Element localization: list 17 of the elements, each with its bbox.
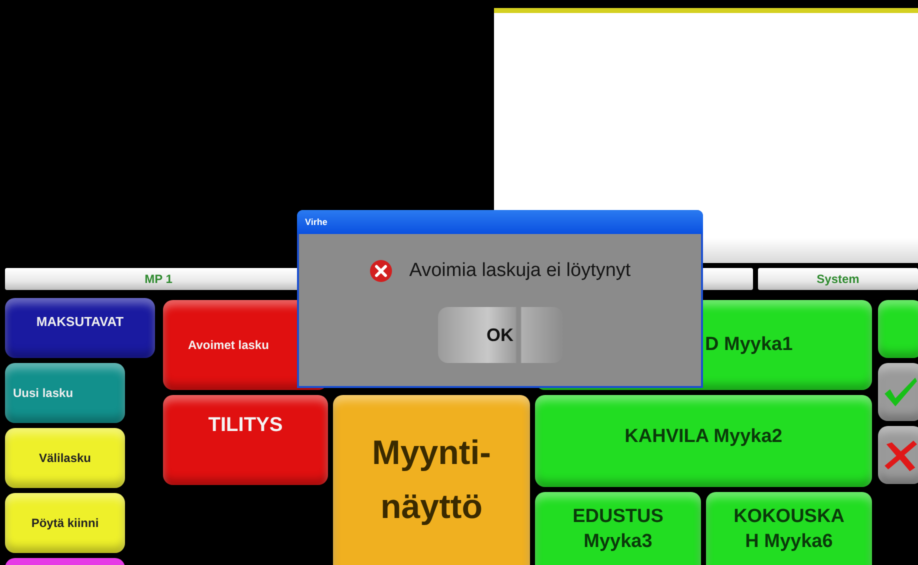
cancel-button[interactable] [878,426,918,484]
pos-button[interactable]: MAKSUTAVAT [5,298,155,358]
confirm-button[interactable] [878,363,918,421]
dialog-title: Virhe [297,210,703,234]
pos-button[interactable]: Pöytä kiinni [5,493,125,553]
ok-button[interactable]: OK [438,307,562,363]
pos-button[interactable]: Välilasku [5,428,125,488]
pos-button[interactable]: KOKOUSKA H Myyka6 [706,492,872,565]
error-icon [369,259,394,283]
pos-button[interactable]: KAHVILA Myyka2 [535,395,872,487]
pos-button[interactable]: TILITYS [163,395,328,485]
header-label: System [816,272,860,286]
pos-button[interactable]: Myynti- näyttö [333,395,530,565]
error-message: Avoimia laskuja ei löytynyt [409,260,631,282]
header-label: MP 1 [144,272,172,286]
pos-button[interactable] [878,300,918,358]
pos-button[interactable]: EDUSTUS Myyka3 [535,492,701,565]
